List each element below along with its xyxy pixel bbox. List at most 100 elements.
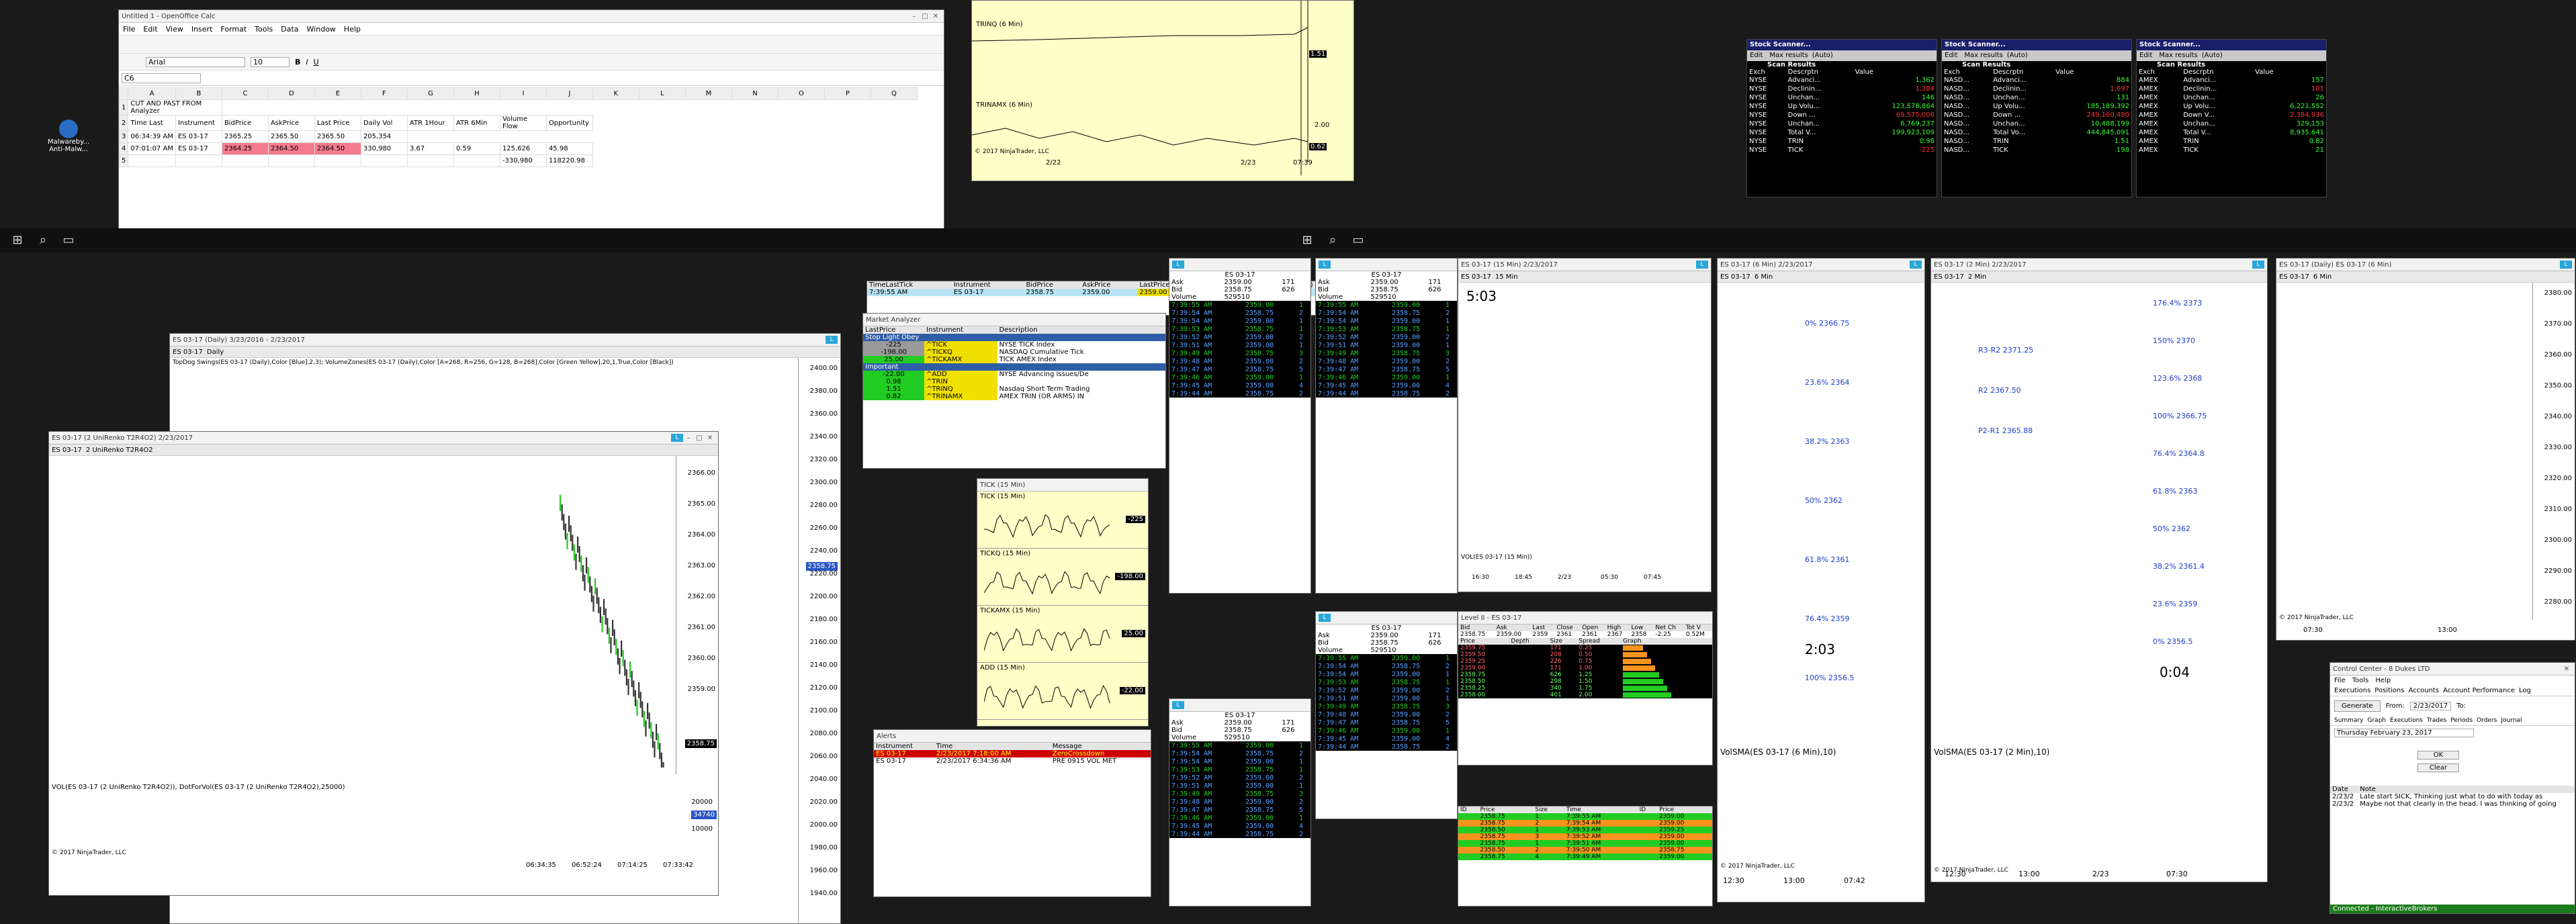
search-icon[interactable]: ⌕ [35, 232, 51, 248]
analyzer-table[interactable]: LastPrice Instrument Description Stop Light… [863, 326, 1165, 400]
calc-window[interactable]: Untitled 1 - OpenOffice Calc – □ ✕ File Edit… [118, 9, 944, 251]
menu-item-help[interactable]: Help [344, 25, 361, 34]
column-header[interactable]: Descrptn [1786, 68, 1853, 76]
column-header[interactable]: Size [1548, 638, 1577, 645]
font-size-select[interactable]: 10 [251, 56, 290, 67]
column-header[interactable]: Price [1458, 638, 1509, 645]
column-header[interactable]: L [638, 87, 686, 100]
column-header[interactable]: Open [1580, 625, 1605, 631]
scan-results-table[interactable]: Exch Descrptn Value NASD... Advanci... 884 NAS… [1942, 68, 2131, 154]
column-header[interactable]: H [453, 87, 500, 100]
link-button[interactable]: L [1696, 261, 1708, 269]
column-header[interactable]: Instrument [924, 326, 997, 334]
column-header[interactable]: F [360, 87, 408, 100]
cell[interactable]: 125,626 [499, 142, 547, 155]
cell[interactable] [406, 154, 454, 167]
menu-item-data[interactable]: Data [281, 25, 298, 34]
close-button[interactable]: ✕ [2561, 665, 2572, 673]
trades-window[interactable]: ID Price Size Time ID Price 2358.75 1 7:39:55 AM… [1458, 806, 1713, 907]
table-row[interactable]: AMEX Up Volu... 6,221,552 [2137, 102, 2326, 111]
period-selector[interactable]: 6 Min [1755, 273, 1773, 281]
table-row[interactable]: -225 ^TICK NYSE TICK Index [863, 341, 1165, 349]
scan-results-table[interactable]: Exch Descrptn Value NYSE Advanci... 1,362 NYSE… [1747, 68, 1937, 154]
table-row[interactable]: AMEX Unchan... 329,153 [2137, 120, 2326, 128]
edit-button[interactable]: Edit [1750, 52, 1763, 59]
cell[interactable]: ES 03-17 [175, 142, 222, 155]
cell[interactable]: 2364.50 [267, 142, 315, 155]
column-header[interactable]: Date [2330, 786, 2358, 793]
header-cell[interactable]: Opportunity [545, 115, 593, 131]
price-axis[interactable]: 2366.00 2365.00 2364.00 2363.00 2362.00 2361.… [676, 456, 718, 774]
chart-6min-window[interactable]: ES 03-17 (6 Min) 2/23/2017 L ES 03-17 6 Mi… [1717, 258, 1925, 903]
menu-item-tools[interactable]: Tools [255, 25, 273, 34]
windows-start-icon[interactable]: ⊞ [9, 232, 26, 248]
tick-chart-window[interactable]: TICK (15 Min) TICK (15 Min) -225 TICKQ (15… [977, 478, 1149, 727]
stock-scanner-window[interactable]: Stock Scanner... Edit Max results (Auto) Sca… [1941, 39, 2132, 197]
table-row[interactable]: NASD... Unchan... 131 [1942, 93, 2131, 102]
table-row[interactable]: ES 03-17 2/23/2017 6:34:36 AM PRE 0915 VOL… [874, 757, 1151, 765]
subtab-journal[interactable]: Journal [2501, 717, 2522, 724]
link-button[interactable]: L [1172, 261, 1184, 269]
time-and-sales-tape[interactable]: 7:39:55 AM 2359.00 1 7:39:54 AM 2358.75 2 7:39… [1169, 741, 1311, 838]
table-row[interactable]: NYSE Up Volu... 123,578,864 [1747, 102, 1937, 111]
control-center-window[interactable]: Control Center - 8 Dukes LTD ✕ File Tools H… [2329, 662, 2575, 914]
cell[interactable]: -330,980 [499, 154, 547, 167]
table-row[interactable]: 2/23/2 Maybe not that clearly in the head… [2330, 800, 2575, 808]
column-header[interactable]: E [314, 87, 361, 100]
journal-notes[interactable]: Date Note 2/23/2 Late start SICK, Thinking … [2330, 786, 2575, 808]
link-button[interactable]: L [2560, 261, 2572, 269]
table-row[interactable]: NYSE Total V... 199,923,109 [1747, 128, 1937, 137]
instrument-selector[interactable]: ES 03-17 [52, 447, 82, 454]
cell[interactable]: 2364.25 [221, 142, 269, 155]
table-row[interactable]: AMEX Total V... 8,935,641 [2137, 128, 2326, 137]
column-header[interactable]: LastPrice [863, 326, 924, 334]
cell[interactable]: 330,980 [360, 142, 408, 155]
cell[interactable]: 2365.50 [314, 130, 361, 143]
header-cell[interactable]: Last Price [314, 115, 361, 131]
period-selector[interactable]: 6 Min [2313, 273, 2331, 281]
tab-account-performance[interactable]: Account Performance [2443, 687, 2515, 694]
stock-scanner-window[interactable]: Stock Scanner... Edit Max results (Auto) Sca… [1746, 39, 1937, 197]
table-row[interactable]: NASD... Unchan... 10,488,199 [1942, 120, 2131, 128]
link-button[interactable]: L [1910, 261, 1922, 269]
instrument-selector[interactable]: ES 03-17 [1720, 273, 1750, 281]
table-row[interactable]: NYSE TRIN 0.98 [1747, 137, 1937, 146]
cell[interactable]: 45.98 [545, 142, 593, 155]
table-row[interactable]: ES 03-17 2/23/2017 7:18:00 AM ZeroCrossdow… [874, 750, 1151, 757]
quote-panel-window[interactable]: L ES 03-17 Ask 2359.00 171 Bid 2358.75 626 Volum… [1169, 258, 1311, 594]
quote-panel-window[interactable]: L ES 03-17 Ask 2359.00 171 Bid 2358.75 626 Volum… [1315, 258, 1458, 594]
header-cell[interactable]: Instrument [175, 115, 222, 131]
table-row[interactable]: 2/23/2 Late start SICK, Thinking just wha… [2330, 793, 2575, 800]
table-row[interactable]: AMEX Declinin... 101 [2137, 85, 2326, 93]
chart-15min-window[interactable]: ES 03-17 (15 Min) 2/23/2017 L ES 03-17 15 … [1458, 258, 1712, 592]
column-header[interactable]: Net Ch [1653, 625, 1684, 631]
header-cell[interactable]: Daily Vol [360, 115, 408, 131]
column-header[interactable]: Ask [1495, 625, 1531, 631]
scan-results-table[interactable]: Exch Descrptn Value AMEX Advanci... 157 AMEX De… [2137, 68, 2326, 154]
column-header[interactable]: I [499, 87, 547, 100]
market-analyzer-window[interactable]: Market Analyzer LastPrice Instrument Descr… [862, 313, 1166, 469]
tab-log[interactable]: Log [2519, 687, 2531, 694]
table-row[interactable]: NYSE TICK -225 [1747, 146, 1937, 154]
column-header[interactable]: D [267, 87, 315, 100]
menu-item-window[interactable]: Window [307, 25, 336, 34]
column-header[interactable]: Exch [1942, 68, 1991, 76]
column-header[interactable]: BidPrice [1024, 281, 1080, 289]
search-icon[interactable]: ⌕ [1325, 232, 1341, 248]
tab-accounts[interactable]: Accounts [2408, 687, 2439, 694]
table-row[interactable]: NYSE Declinin... 1,384 [1747, 85, 1937, 93]
windows-start-icon[interactable]: ⊞ [1299, 232, 1315, 248]
cell[interactable] [128, 154, 176, 167]
menu-item-tools[interactable]: Tools [2352, 677, 2369, 684]
menu-item-insert[interactable]: Insert [191, 25, 213, 34]
column-header[interactable]: High [1605, 625, 1630, 631]
column-header[interactable]: Q [870, 87, 918, 100]
table-row[interactable]: AMEX TICK 21 [2137, 146, 2326, 154]
column-header[interactable]: Instrument [952, 281, 1024, 289]
generate-button[interactable]: Generate [2334, 700, 2381, 712]
table-row[interactable]: NASD... Up Volu... 185,189,392 [1942, 102, 2131, 111]
column-header[interactable]: Tot V [1684, 625, 1712, 631]
renko-chart-window[interactable]: ES 03-17 (2 UniRenko T2R4O2) 2/23/2017 L –… [48, 431, 719, 896]
header-cell[interactable]: Volume Flow [499, 115, 547, 131]
table-row[interactable]: 25.00 ^TICKAMX TICK AMEX Index [863, 356, 1165, 363]
